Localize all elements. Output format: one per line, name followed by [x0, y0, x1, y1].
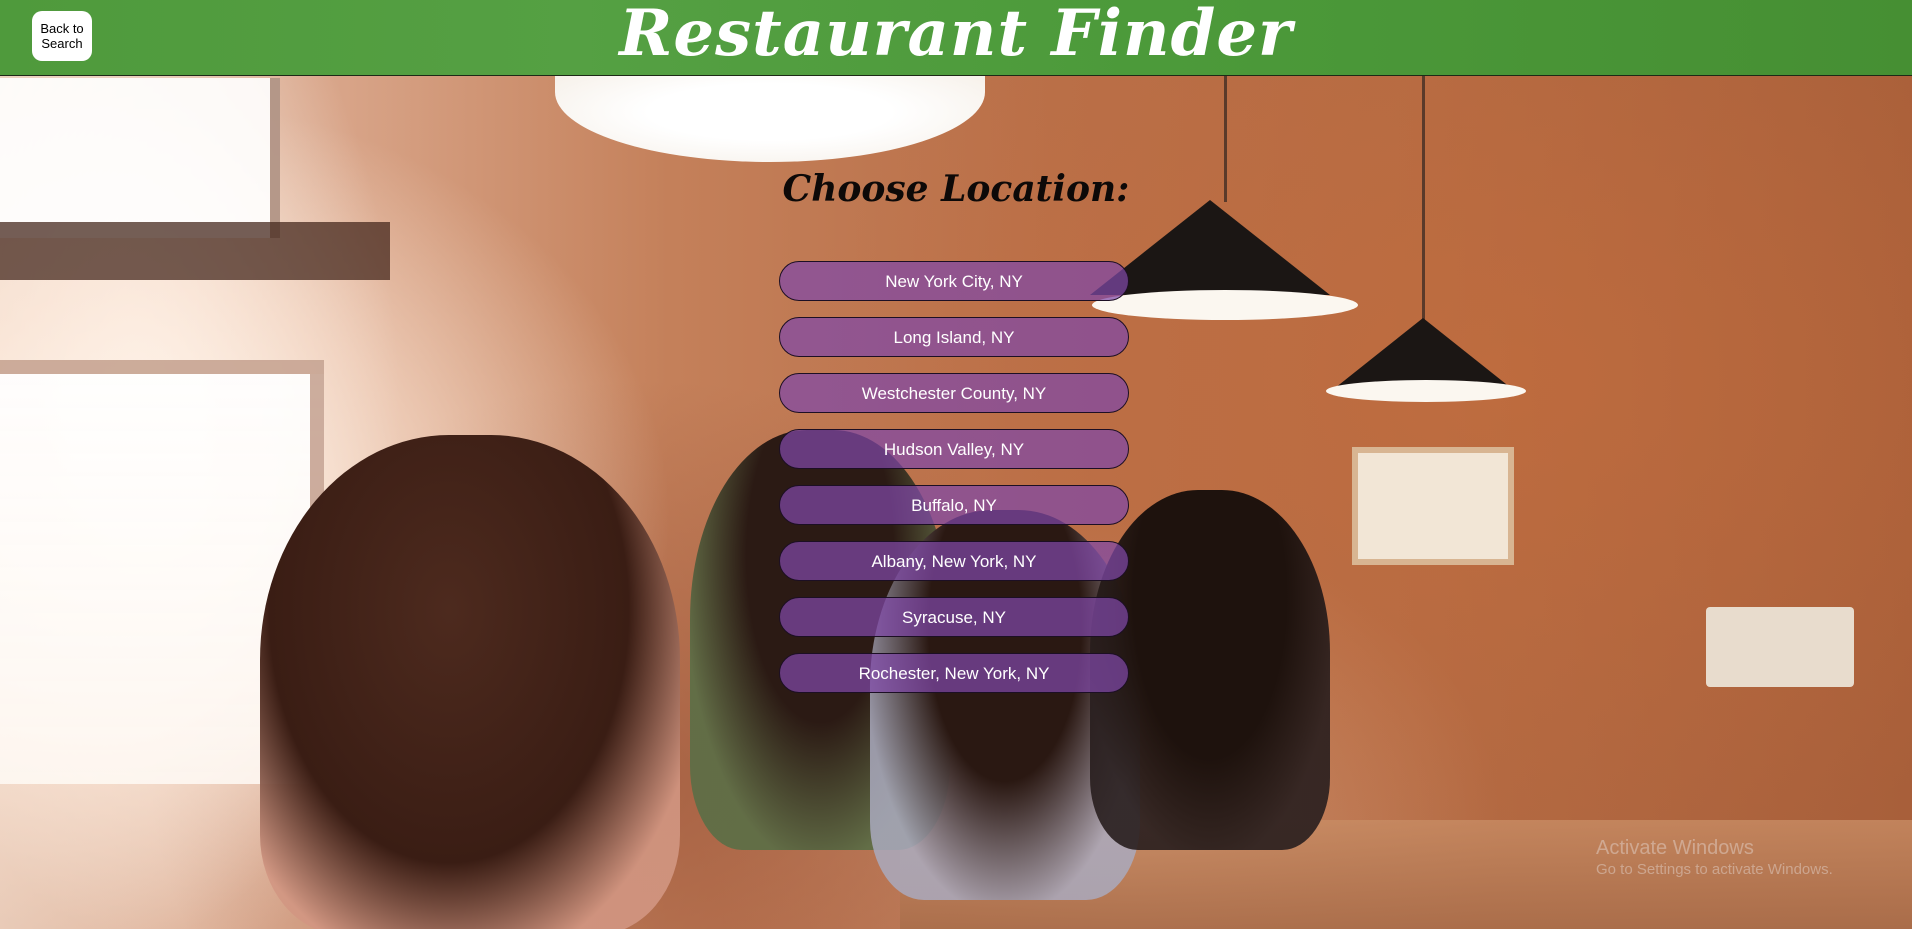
- watermark-subtitle: Go to Settings to activate Windows.: [1596, 861, 1833, 878]
- location-button-buffalo[interactable]: Buffalo, NY: [779, 485, 1129, 525]
- location-button-long-island[interactable]: Long Island, NY: [779, 317, 1129, 357]
- app-title: Restaurant Finder: [619, 0, 1293, 71]
- back-to-search-button[interactable]: Back to Search: [32, 11, 92, 61]
- location-button-albany[interactable]: Albany, New York, NY: [779, 541, 1129, 581]
- location-button-westchester-county[interactable]: Westchester County, NY: [779, 373, 1129, 413]
- location-button-rochester[interactable]: Rochester, New York, NY: [779, 653, 1129, 693]
- background-lamp-rim: [1092, 290, 1358, 320]
- watermark-title: Activate Windows: [1596, 837, 1754, 859]
- background-window-left: [0, 360, 324, 784]
- background-window-top: [0, 78, 280, 238]
- activate-windows-watermark: Activate Windows Go to Settings to activ…: [1596, 838, 1833, 880]
- location-button-hudson-valley[interactable]: Hudson Valley, NY: [779, 429, 1129, 469]
- background-frame: [1352, 447, 1514, 565]
- background-lamp-shade: [1335, 318, 1511, 388]
- location-button-syracuse[interactable]: Syracuse, NY: [779, 597, 1129, 637]
- background-lamp-rim: [1326, 380, 1526, 402]
- choose-location-heading: Choose Location:: [782, 168, 1130, 210]
- background-switch-plate: [1706, 607, 1854, 687]
- background-beam: [0, 222, 390, 280]
- header-bar: Restaurant Finder Back to Search: [0, 0, 1912, 76]
- location-list: New York City, NY Long Island, NY Westch…: [779, 261, 1129, 709]
- location-button-new-york-city[interactable]: New York City, NY: [779, 261, 1129, 301]
- page: Restaurant Finder Back to Search Choose …: [0, 0, 1912, 929]
- background-diner: [260, 435, 680, 929]
- background-lamp-top: [555, 62, 985, 162]
